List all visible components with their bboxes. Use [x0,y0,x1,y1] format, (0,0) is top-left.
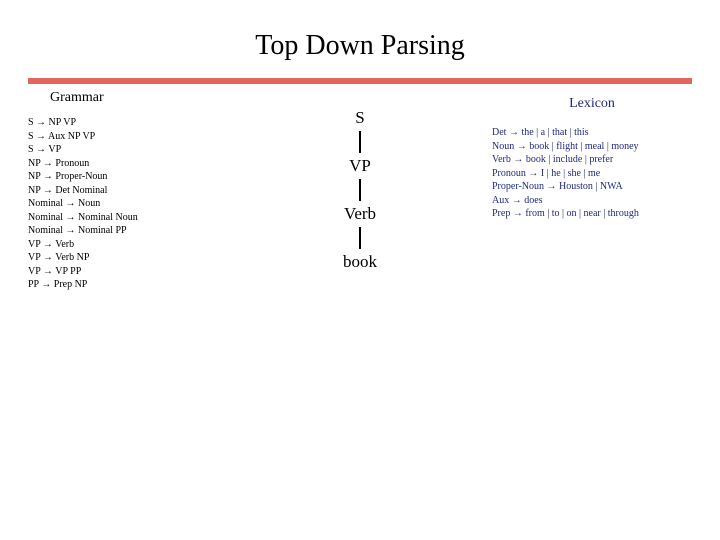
tree-node-s: S [343,108,377,128]
grammar-rule: NP → Pronoun [28,157,228,171]
lexicon-rule: Aux → does [492,194,692,208]
grammar-rule: NP → Det Nominal [28,184,228,198]
tree-node-verb: Verb [343,204,377,224]
grammar-rule: S → Aux NP VP [28,130,228,144]
lexicon-rule: Verb → book | include | prefer [492,153,692,167]
lexicon-rules: Det → the | a | that | this Noun → book … [492,126,692,221]
tree-node-vp: VP [343,156,377,176]
lexicon-column: Lexicon Det → the | a | that | this Noun… [492,96,692,221]
grammar-rule: NP → Proper-Noun [28,170,228,184]
grammar-rule: S → VP [28,143,228,157]
tree-edge [359,131,360,153]
grammar-rule: VP → Verb [28,238,228,252]
tree-node-word: book [343,252,377,272]
lexicon-rule: Noun → book | flight | meal | money [492,140,692,154]
grammar-rule: VP → Verb NP [28,251,228,265]
grammar-heading: Grammar [50,90,228,106]
grammar-column: Grammar S → NP VP S → Aux NP VP S → VP N… [28,90,228,292]
tree-edge [359,179,360,201]
lexicon-heading: Lexicon [492,96,692,112]
grammar-rules: S → NP VP S → Aux NP VP S → VP NP → Pron… [28,116,228,292]
grammar-rule: Nominal → Noun [28,197,228,211]
grammar-rule: Nominal → Nominal Noun [28,211,228,225]
parse-tree: S VP Verb book [343,108,377,272]
grammar-rule: VP → VP PP [28,265,228,279]
tree-edge [359,227,360,249]
content-area: Grammar S → NP VP S → Aux NP VP S → VP N… [0,84,720,514]
grammar-rule: PP → Prep NP [28,278,228,292]
grammar-rule: Nominal → Nominal PP [28,224,228,238]
lexicon-rule: Det → the | a | that | this [492,126,692,140]
lexicon-rule: Prep → from | to | on | near | through [492,207,692,221]
page-title: Top Down Parsing [0,0,720,72]
lexicon-rule: Proper-Noun → Houston | NWA [492,180,692,194]
lexicon-rule: Pronoun → I | he | she | me [492,167,692,181]
grammar-rule: S → NP VP [28,116,228,130]
